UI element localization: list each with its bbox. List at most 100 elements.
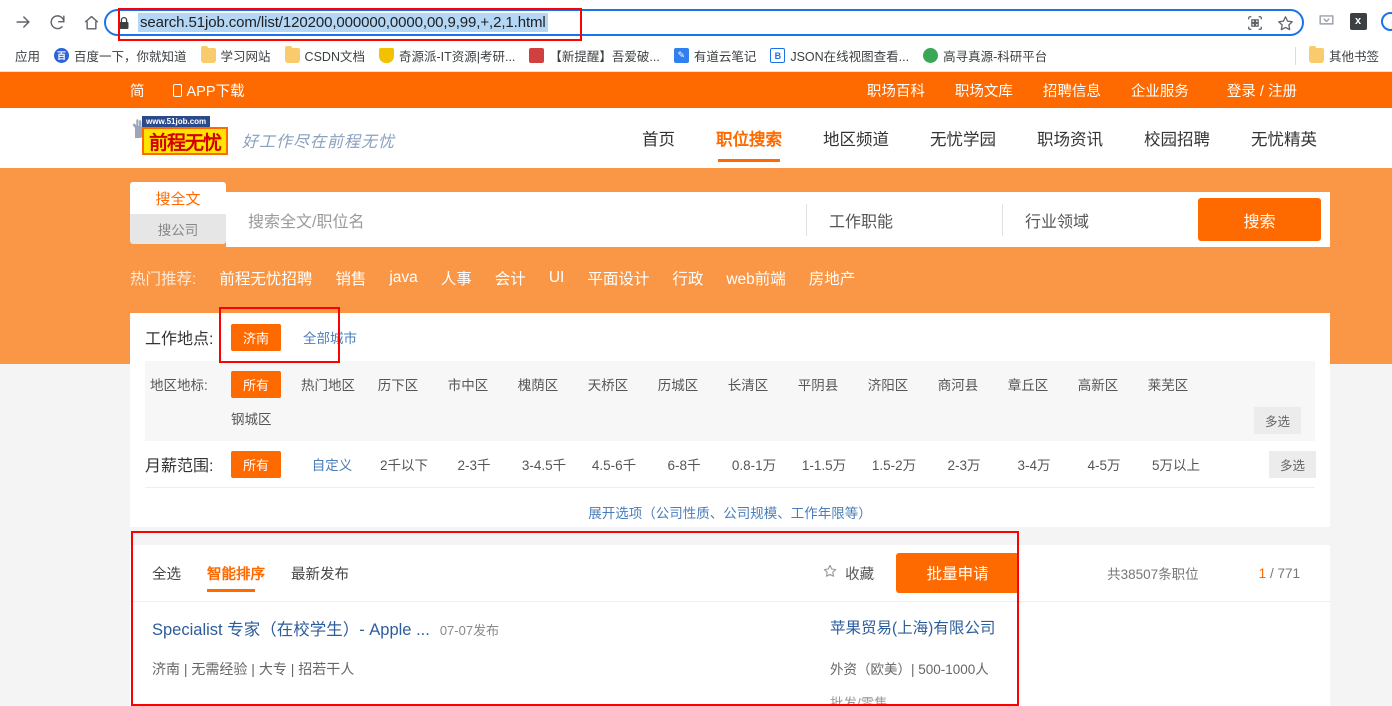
tab-search-fulltext[interactable]: 搜全文 [130,182,226,214]
star-icon[interactable] [1276,14,1294,32]
site-logo[interactable]: www.51job.com 前程无忧 好工作尽在前程无忧 [130,116,395,158]
company-name-link[interactable]: 苹果贸易(上海)有限公司 [830,616,995,638]
bookmark-item[interactable]: CSDN文档 [278,44,372,67]
bulk-apply-button[interactable]: 批量申请 [896,553,1020,593]
nav-item-home[interactable]: 首页 [642,108,675,168]
bookmark-item[interactable]: 百 百度一下，你就知道 [47,44,194,67]
address-bar[interactable]: search.51job.com/list/120200,000000,0000… [104,9,1304,36]
salary-item-2-3k[interactable]: 2-3千 [439,454,509,474]
select-all-button[interactable]: 全选 [152,545,181,602]
bookmark-item[interactable]: 【新提醒】吾爱破... [522,44,666,67]
forward-arrow-icon[interactable] [10,9,36,35]
salary-item-2-3w[interactable]: 2-3万 [929,454,999,474]
district-item-shanghe[interactable]: 商河县 [923,374,993,394]
salary-item-45-6k[interactable]: 4.5-6千 [579,454,649,474]
salary-item-3-4w[interactable]: 3-4万 [999,454,1069,474]
district-item-hot[interactable]: 热门地区 [293,374,363,394]
salary-item-3-45k[interactable]: 3-4.5千 [509,454,579,474]
job-list-item[interactable]: Specialist 专家（在校学生）- Apple ... 07-07发布 济… [130,602,1330,706]
salary-chip-all[interactable]: 所有 [231,450,282,478]
sort-newest-tab[interactable]: 最新发布 [291,545,349,602]
hot-item-qcwy[interactable]: 前程无忧招聘 [219,267,312,289]
site-slogan: 好工作尽在前程无忧 [242,132,396,151]
nav-item-news[interactable]: 职场资讯 [1037,108,1103,168]
hot-recommendations: 热门推荐: 前程无忧招聘 销售 java 人事 会计 UI 平面设计 行政 we… [130,267,855,289]
district-item-shizhong[interactable]: 市中区 [433,374,503,394]
salary-item-4-5w[interactable]: 4-5万 [1069,454,1139,474]
district-item-jiyang[interactable]: 济阳区 [853,374,923,394]
top-link-wenku[interactable]: 职场文库 [955,80,1013,101]
all-cities-link[interactable]: 全部城市 [303,327,357,347]
district-item-pingyin[interactable]: 平阴县 [783,374,853,394]
other-bookmarks-button[interactable]: 其他书签 [1302,44,1386,67]
district-item-lixia[interactable]: 历下区 [363,374,433,394]
district-item-huaiyin[interactable]: 槐荫区 [503,374,573,394]
district-multiselect-button[interactable]: 多选 [1253,407,1301,434]
salary-multiselect-button[interactable]: 多选 [1268,450,1316,478]
hot-item-real-estate[interactable]: 房地产 [809,267,856,289]
apps-shortcut[interactable]: 应用 [8,44,47,67]
district-item-zhangqiu[interactable]: 章丘区 [993,374,1063,394]
hot-item-web-frontend[interactable]: web前端 [726,267,785,289]
industry-select[interactable]: 行业领域 [1002,203,1198,236]
hot-item-hr[interactable]: 人事 [441,267,472,289]
favorite-button[interactable]: 收藏 [822,563,874,584]
download-icon[interactable] [1315,10,1337,32]
district-item-laiwu[interactable]: 莱芜区 [1133,374,1203,394]
bookmark-item[interactable]: 高寻真源-科研平台 [916,44,1054,67]
expand-options-link[interactable]: 展开选项（公司性质、公司规模、工作年限等） [145,487,1315,522]
city-chip-jinan[interactable]: 济南 [231,323,282,351]
hot-item-graphic-design[interactable]: 平面设计 [587,267,649,289]
district-chip-all[interactable]: 所有 [231,370,282,398]
job-function-select[interactable]: 工作职能 [806,203,1002,236]
top-link-qiye[interactable]: 企业服务 [1131,80,1189,101]
salary-item-08-1w[interactable]: 0.8-1万 [719,454,789,474]
nav-label: 首页 [642,131,675,149]
salary-item-under2k[interactable]: 2千以下 [369,454,439,474]
tab-search-company[interactable]: 搜公司 [130,214,226,244]
home-icon[interactable] [78,9,104,35]
top-link-zhaopin[interactable]: 招聘信息 [1043,80,1101,101]
nav-item-region[interactable]: 地区频道 [823,108,889,168]
reload-icon[interactable] [44,9,70,35]
language-toggle[interactable]: 简 [130,80,145,101]
qr-code-icon[interactable] [1246,14,1264,32]
district-item-changqing[interactable]: 长清区 [713,374,783,394]
district-item-tianqiao[interactable]: 天桥区 [573,374,643,394]
hot-item-sales[interactable]: 销售 [335,267,366,289]
district-item-gangcheng[interactable]: 钢城区 [231,408,287,428]
extension-x-icon[interactable]: x [1347,10,1369,32]
hot-item-java[interactable]: java [389,269,417,287]
nav-item-school[interactable]: 无忧学园 [930,108,996,168]
bookmark-item[interactable]: 奇源派-IT资源|考研... [372,44,522,67]
search-input[interactable]: 搜索全文/职位名 [226,208,806,232]
job-title-link[interactable]: Specialist 专家（在校学生）- Apple ... [152,616,430,640]
bookmark-item[interactable]: 学习网站 [194,44,278,67]
login-register-link[interactable]: 登录 / 注册 [1227,80,1297,101]
nav-item-elite[interactable]: 无忧精英 [1251,108,1317,168]
salary-item-1-15w[interactable]: 1-1.5万 [789,454,859,474]
salary-custom-link[interactable]: 自定义 [303,454,361,474]
profile-icon[interactable] [1379,10,1392,32]
hot-item-accounting[interactable]: 会计 [495,267,526,289]
url-text[interactable]: search.51job.com/list/120200,000000,0000… [138,13,548,32]
nav-item-job-search[interactable]: 职位搜索 [716,108,782,168]
app-download-link[interactable]: APP下载 [172,80,245,101]
hot-item-admin[interactable]: 行政 [672,267,703,289]
results-panel: 全选 智能排序 最新发布 收藏 批量申请 共38507条职位 1 / 771 S… [130,545,1330,706]
search-bar: 搜全文 搜公司 搜索全文/职位名 工作职能 行业领域 搜索 [130,182,1330,247]
bookmark-label: CSDN文档 [304,50,365,64]
hot-item-ui[interactable]: UI [549,269,565,287]
nav-item-campus[interactable]: 校园招聘 [1144,108,1210,168]
top-link-baike[interactable]: 职场百科 [867,80,925,101]
globe-icon [923,48,939,63]
salary-item-15-2w[interactable]: 1.5-2万 [859,454,929,474]
sort-smart-tab[interactable]: 智能排序 [207,545,265,602]
salary-item-6-8k[interactable]: 6-8千 [649,454,719,474]
salary-item-over5w[interactable]: 5万以上 [1139,454,1213,474]
bookmark-item[interactable]: B JSON在线视图查看... [763,44,916,67]
bookmark-item[interactable]: ✎ 有道云笔记 [667,44,764,67]
district-item-gaoxin[interactable]: 高新区 [1063,374,1133,394]
district-item-licheng[interactable]: 历城区 [643,374,713,394]
search-button[interactable]: 搜索 [1198,198,1321,241]
